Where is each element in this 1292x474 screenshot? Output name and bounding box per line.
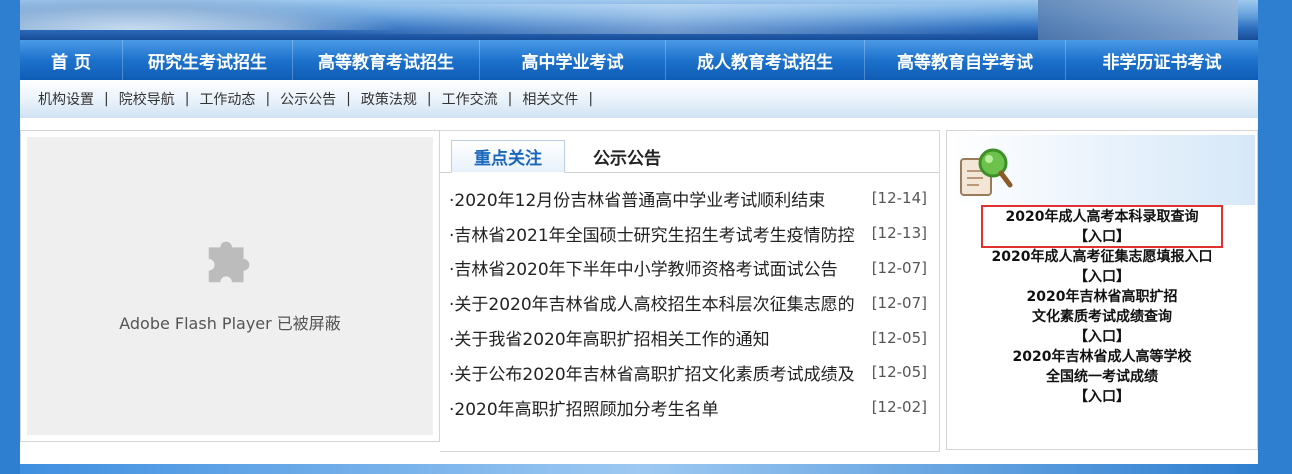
news-date: [12-14]: [871, 189, 927, 208]
news-title-link[interactable]: ·关于我省2020年高职扩招相关工作的通知: [449, 325, 867, 350]
list-item: ·吉林省2021年全国硕士研究生招生考试考生疫情防控 [12-13]: [440, 216, 939, 251]
subnav-item-documents[interactable]: 相关文件: [522, 89, 578, 109]
subnav-separator: |: [104, 91, 109, 107]
subnav-separator: |: [265, 91, 271, 107]
subnav-item-institution[interactable]: 机构设置: [38, 89, 94, 109]
news-date: [12-13]: [871, 224, 927, 243]
flash-placeholder[interactable]: Adobe Flash Player 已被屏蔽: [27, 137, 433, 435]
query-link-vocational-title[interactable]: 2020年吉林省高职扩招: [947, 287, 1257, 307]
flash-blocked-message: Adobe Flash Player 已被屏蔽: [119, 314, 341, 333]
query-link-adult-exam-title[interactable]: 2020年吉林省成人高等学校: [947, 347, 1257, 367]
nav-item-higher-ed[interactable]: 高等教育考试招生: [293, 40, 480, 80]
subnav-separator: |: [184, 91, 190, 107]
news-date: [12-07]: [871, 293, 927, 312]
bottom-banner-strip: [20, 464, 1258, 474]
tab-announcements[interactable]: 公示公告: [580, 140, 674, 173]
list-item: ·关于我省2020年高职扩招相关工作的通知 [12-05]: [440, 320, 939, 355]
search-document-icon: [960, 148, 1013, 196]
page-wrapper: 首 页 研究生考试招生 高等教育考试招生 高中学业考试 成人教育考试招生 高等教…: [20, 0, 1258, 474]
entry-link[interactable]: 【入口】: [947, 387, 1257, 407]
subnav-item-schools[interactable]: 院校导航: [119, 89, 175, 109]
news-title-link[interactable]: ·吉林省2021年全国硕士研究生招生考试考生疫情防控: [449, 221, 867, 246]
list-item: ·吉林省2020年下半年中小学教师资格考试面试公告 [12-07]: [440, 251, 939, 286]
sub-nav: 机构设置 | 院校导航 | 工作动态 | 公示公告 | 政策法规 | 工作交流 …: [20, 80, 1258, 118]
list-item: ·2020年12月份吉林省普通高中学业考试顺利结束 [12-14]: [440, 181, 939, 216]
nav-item-self-study[interactable]: 高等教育自学考试: [865, 40, 1066, 80]
banner-glow: [320, 4, 1020, 34]
news-title-link[interactable]: ·关于公布2020年吉林省高职扩招文化素质考试成绩及: [449, 360, 867, 385]
news-panel: 重点关注 公示公告 ·2020年12月份吉林省普通高中学业考试顺利结束 [12-…: [440, 130, 940, 452]
nav-item-certificate[interactable]: 非学历证书考试: [1066, 40, 1258, 80]
query-links: 2020年成人高考本科录取查询 【入口】 2020年成人高考征集志愿填报入口 【…: [947, 207, 1257, 407]
entry-link[interactable]: 【入口】: [947, 327, 1257, 347]
plugin-puzzle-icon: [208, 241, 250, 283]
header-banner: [20, 0, 1258, 40]
news-date: [12-02]: [871, 398, 927, 417]
flash-panel: Adobe Flash Player 已被屏蔽: [20, 130, 440, 442]
banner-building: [1038, 0, 1238, 40]
list-item: ·关于2020年吉林省成人高校招生本科层次征集志愿的 [12-07]: [440, 285, 939, 320]
query-link-vocational-score[interactable]: 文化素质考试成绩查询: [947, 307, 1257, 327]
query-header: [949, 135, 1255, 205]
news-date: [12-05]: [871, 363, 927, 382]
news-title-link[interactable]: ·吉林省2020年下半年中小学教师资格考试面试公告: [449, 255, 867, 280]
subnav-item-policies[interactable]: 政策法规: [361, 89, 417, 109]
news-date: [12-07]: [871, 258, 927, 277]
subnav-separator: |: [588, 91, 594, 107]
nav-item-home[interactable]: 首 页: [20, 40, 123, 80]
list-item: ·2020年高职扩招照顾加分考生名单 [12-02]: [440, 390, 939, 425]
news-tabs: 重点关注 公示公告: [440, 131, 939, 173]
subnav-separator: |: [507, 91, 513, 107]
query-panel: 2020年成人高考本科录取查询 【入口】 2020年成人高考征集志愿填报入口 【…: [946, 130, 1258, 450]
list-item: ·关于公布2020年吉林省高职扩招文化素质考试成绩及 [12-05]: [440, 355, 939, 390]
nav-item-graduate[interactable]: 研究生考试招生: [123, 40, 293, 80]
query-link-adult-volunteer[interactable]: 2020年成人高考征集志愿填报入口: [947, 247, 1257, 267]
entry-link[interactable]: 【入口】: [947, 267, 1257, 287]
subnav-separator: |: [346, 91, 351, 107]
news-title-link[interactable]: ·2020年12月份吉林省普通高中学业考试顺利结束: [449, 186, 867, 211]
main-nav: 首 页 研究生考试招生 高等教育考试招生 高中学业考试 成人教育考试招生 高等教…: [20, 40, 1258, 80]
tab-key-focus[interactable]: 重点关注: [451, 140, 565, 173]
news-date: [12-05]: [871, 328, 927, 347]
subnav-separator: |: [426, 91, 432, 107]
news-list: ·2020年12月份吉林省普通高中学业考试顺利结束 [12-14] ·吉林省20…: [440, 181, 939, 425]
subnav-item-news[interactable]: 工作动态: [199, 89, 255, 109]
subnav-item-exchange[interactable]: 工作交流: [442, 89, 498, 109]
entry-link[interactable]: 【入口】: [947, 227, 1257, 247]
query-link-adult-exam-score[interactable]: 全国统一考试成绩: [947, 367, 1257, 387]
news-title-link[interactable]: ·2020年高职扩招照顾加分考生名单: [449, 395, 867, 420]
news-title-link[interactable]: ·关于2020年吉林省成人高校招生本科层次征集志愿的: [449, 290, 867, 315]
query-link-adult-admission[interactable]: 2020年成人高考本科录取查询: [947, 207, 1257, 227]
subnav-item-notices[interactable]: 公示公告: [280, 89, 336, 109]
nav-item-high-school[interactable]: 高中学业考试: [480, 40, 666, 80]
nav-item-adult-ed[interactable]: 成人教育考试招生: [666, 40, 865, 80]
